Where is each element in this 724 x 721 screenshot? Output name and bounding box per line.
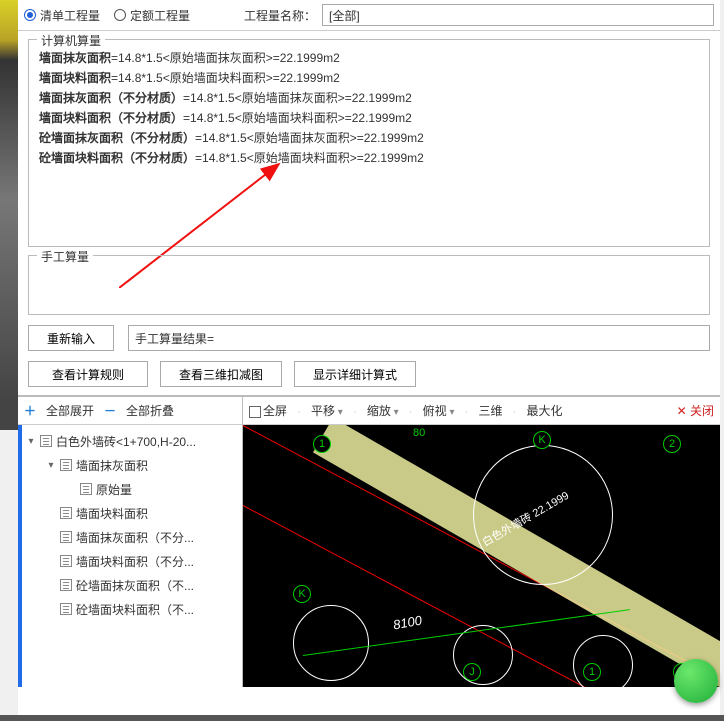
computed-lines: 墙面抹灰面积=14.8*1.5<原始墙面抹灰面积>=22.1999m2 墙面块料… — [39, 48, 699, 238]
tree-toolbar: ＋ 全部展开 － 全部折叠 — [18, 397, 242, 425]
tree-root[interactable]: ▾白色外墙砖<1+700,H-20... — [20, 429, 240, 453]
tree-label: 原始量 — [96, 481, 132, 498]
grid-badge: 1 — [583, 663, 601, 681]
doc-icon — [60, 531, 72, 543]
tree-label: 墙面块料面积 — [76, 505, 148, 522]
tree-item[interactable]: 砼墙面块料面积（不... — [20, 597, 240, 621]
quantity-name-combo[interactable]: [全部] — [322, 4, 714, 26]
quantity-name-label: 工程量名称： — [244, 7, 316, 24]
top-option-row: 清单工程量 定额工程量 工程量名称： [全部] — [18, 0, 720, 31]
view-3d-deduct-button[interactable]: 查看三维扣减图 — [160, 361, 282, 387]
pan-button[interactable]: 平移 — [311, 402, 343, 419]
close-button[interactable]: ✕ 关闭 — [677, 402, 714, 419]
doc-icon — [80, 483, 92, 495]
tree-item[interactable]: 墙面块料面积（不分... — [20, 549, 240, 573]
cad-canvas[interactable]: 1 2 K K J 1 H 8100 80 白色外墙砖 22.1999 — [243, 425, 720, 687]
threeD-button[interactable]: 三维 — [479, 402, 503, 419]
tree-item[interactable]: 墙面块料面积 — [20, 501, 240, 525]
zoom-button[interactable]: 缩放 — [367, 402, 399, 419]
tree-label: 墙面抹灰面积（不分... — [76, 529, 194, 546]
reinput-button[interactable]: 重新输入 — [28, 325, 114, 351]
tree-label: 白色外墙砖<1+700,H-20... — [56, 433, 196, 450]
tree-label: 砼墙面抹灰面积（不... — [76, 577, 194, 594]
show-detail-button[interactable]: 显示详细计算式 — [294, 361, 416, 387]
tree-pane: ＋ 全部展开 － 全部折叠 ▾白色外墙砖<1+700,H-20... ▾墙面抹灰… — [18, 397, 243, 687]
radio-label: 清单工程量 — [40, 7, 100, 24]
manual-legend: 手工算量 — [37, 248, 93, 265]
computed-fieldset: 计算机算量 墙面抹灰面积=14.8*1.5<原始墙面抹灰面积>=22.1999m… — [28, 39, 710, 247]
tree-item[interactable]: ▾墙面抹灰面积 — [20, 453, 240, 477]
tree-label: 砼墙面块料面积（不... — [76, 601, 194, 618]
tree: ▾白色外墙砖<1+700,H-20... ▾墙面抹灰面积 原始量 墙面块料面积 … — [18, 425, 242, 687]
dimension-label: 80 — [413, 427, 425, 439]
tree-label: 墙面抹灰面积 — [76, 457, 148, 474]
maximize-button[interactable]: 最大化 — [527, 402, 563, 419]
grid-badge: 1 — [313, 435, 331, 453]
fullscreen-icon — [249, 406, 261, 418]
bottom-strip — [0, 715, 724, 721]
grid-badge: K — [293, 585, 311, 603]
viewer-pane: 全屏 · 平移 · 缩放 · 俯视 · 三维 · 最大化 ✕ 关闭 — [243, 397, 720, 687]
dimension-label: 8100 — [392, 613, 423, 633]
grid-badge: J — [463, 663, 481, 681]
tree-item[interactable]: 原始量 — [20, 477, 240, 501]
grid-badge: K — [533, 431, 551, 449]
radio-list-quantity[interactable]: 清单工程量 — [24, 7, 100, 24]
fullscreen-button[interactable]: 全屏 — [249, 402, 287, 419]
manual-result-box: 手工算量结果= — [128, 325, 710, 351]
tree-item[interactable]: 砼墙面抹灰面积（不... — [20, 573, 240, 597]
collapse-all-button[interactable]: 全部折叠 — [126, 402, 174, 419]
computed-legend: 计算机算量 — [37, 32, 105, 49]
view-rule-button[interactable]: 查看计算规则 — [28, 361, 148, 387]
viewer-toolbar: 全屏 · 平移 · 缩放 · 俯视 · 三维 · 最大化 ✕ 关闭 — [243, 397, 720, 425]
doc-icon — [40, 435, 52, 447]
doc-icon — [60, 459, 72, 471]
tree-label: 墙面块料面积（不分... — [76, 553, 194, 570]
doc-icon — [60, 555, 72, 567]
radio-quota-quantity[interactable]: 定额工程量 — [114, 7, 190, 24]
collapse-all-icon[interactable]: － — [104, 402, 116, 419]
tree-item[interactable]: 墙面抹灰面积（不分... — [20, 525, 240, 549]
radio-label: 定额工程量 — [130, 7, 190, 24]
doc-icon — [60, 507, 72, 519]
help-fab[interactable] — [674, 659, 718, 703]
expand-all-icon[interactable]: ＋ — [24, 402, 36, 419]
expand-all-button[interactable]: 全部展开 — [46, 402, 94, 419]
doc-icon — [60, 603, 72, 615]
grid-badge: 2 — [663, 435, 681, 453]
manual-fieldset: 手工算量 — [28, 255, 710, 315]
topview-button[interactable]: 俯视 — [423, 402, 455, 419]
doc-icon — [60, 579, 72, 591]
